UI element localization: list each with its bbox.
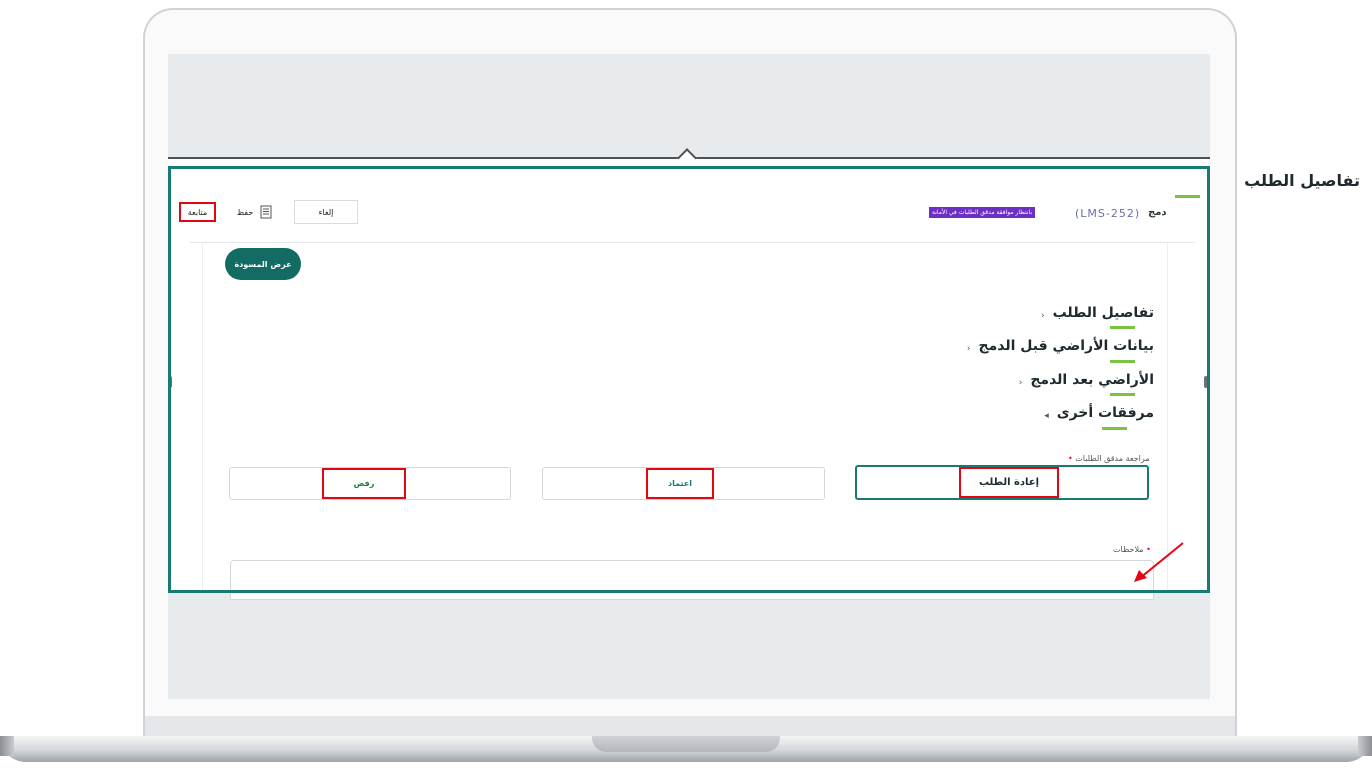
required-mark: • bbox=[1068, 454, 1073, 463]
section-lands-after-merge[interactable]: الأراضي بعد الدمج ‹ bbox=[1019, 372, 1154, 388]
section-underline bbox=[1102, 427, 1127, 430]
follow-button-label: متابعة bbox=[187, 207, 208, 217]
page-title: تفاصيل الطلب bbox=[1244, 171, 1360, 190]
left-edge-handle bbox=[168, 376, 172, 388]
view-draft-button[interactable]: عرض المسودة bbox=[225, 248, 301, 280]
caret-left-icon: ◂ bbox=[1044, 411, 1049, 421]
option-approve-label: اعتماد bbox=[646, 468, 714, 499]
section-label: تفاصيل الطلب bbox=[1052, 305, 1154, 321]
section-underline bbox=[1110, 360, 1135, 363]
cancel-button[interactable]: إلغاء bbox=[294, 200, 358, 224]
chevron-left-icon: ‹ bbox=[1040, 311, 1045, 321]
section-label: الأراضي بعد الدمج bbox=[1030, 372, 1154, 388]
header-divider bbox=[190, 242, 1195, 243]
document-icon bbox=[260, 205, 272, 219]
laptop-notch bbox=[592, 736, 780, 752]
status-badge: بانتظار موافقة مدقق الطلبات في الأمانة bbox=[929, 207, 1036, 218]
view-draft-label: عرض المسودة bbox=[234, 259, 292, 269]
annotation-arrow-icon bbox=[1134, 542, 1184, 582]
option-approve[interactable]: اعتماد bbox=[542, 467, 825, 500]
chevron-left-icon: ‹ bbox=[966, 344, 971, 354]
option-return-request-label: إعادة الطلب bbox=[959, 467, 1059, 498]
section-label: بيانات الأراضي قبل الدمج bbox=[978, 338, 1155, 354]
laptop-chin bbox=[145, 716, 1235, 736]
request-type-label: دمج bbox=[1148, 207, 1167, 218]
title-underline bbox=[1175, 195, 1200, 198]
save-button[interactable]: حفظ bbox=[226, 201, 284, 223]
notes-textarea[interactable] bbox=[230, 560, 1154, 600]
section-lands-before-merge[interactable]: بيانات الأراضي قبل الدمج ‹ bbox=[967, 338, 1154, 354]
option-reject[interactable]: رفض bbox=[229, 467, 511, 500]
section-request-details[interactable]: تفاصيل الطلب ‹ bbox=[1041, 305, 1154, 321]
option-reject-label: رفض bbox=[322, 468, 406, 499]
option-return-request[interactable]: إعادة الطلب bbox=[855, 465, 1149, 500]
review-label: مراجعة مدقق الطلبات • bbox=[1068, 454, 1150, 463]
chevron-left-icon: ‹ bbox=[1018, 378, 1023, 388]
section-underline bbox=[1110, 393, 1135, 396]
save-button-label: حفظ bbox=[236, 207, 254, 217]
section-other-attachments[interactable]: مرفقات أخرى ◂ bbox=[1044, 405, 1154, 421]
panel-left-border bbox=[202, 243, 203, 593]
right-edge-handle bbox=[1204, 376, 1208, 388]
cancel-button-label: إلغاء bbox=[318, 207, 334, 217]
section-underline bbox=[1110, 326, 1135, 329]
section-label: مرفقات أخرى bbox=[1056, 405, 1154, 421]
follow-button[interactable]: متابعة bbox=[179, 202, 216, 222]
review-label-text: مراجعة مدقق الطلبات bbox=[1075, 454, 1150, 463]
request-code: (LMS-252) bbox=[1075, 207, 1141, 220]
